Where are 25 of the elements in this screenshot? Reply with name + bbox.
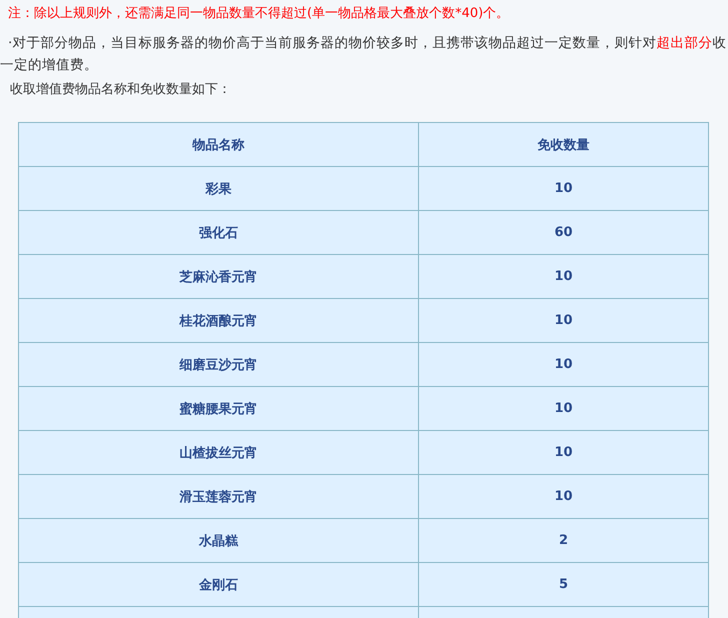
table-cell: 10 [419, 387, 709, 431]
table-cell: 10 [419, 255, 709, 299]
table-cell: 10 [419, 167, 709, 211]
column-header: 物品名称 [19, 123, 419, 167]
paragraph-text: ·对于部分物品，当目标服务器的物价高于当前服务器的物价较多时，且携带该物品超过一定数量，则针对超出部分收一定的增值费。 [0, 34, 728, 75]
table-cell: 水晶糕 [19, 519, 419, 563]
table-cell: 10 [419, 431, 709, 475]
table-cell: 芝麻沁香元宵 [19, 255, 419, 299]
table-cell: 10 [419, 343, 709, 387]
table-cell: 2 [419, 519, 709, 563]
table-cell: 金刚石 [19, 563, 419, 607]
table-cell: 蜜糖腰果元宵 [19, 387, 419, 431]
table-cell: 细磨豆沙元宵 [19, 343, 419, 387]
table-cell: 山楂拔丝元宵 [19, 431, 419, 475]
table-cell: 60 [419, 211, 709, 255]
table-cell: 10 [419, 475, 709, 519]
column-header: 免收数量 [419, 123, 709, 167]
table-cell: 强化石 [19, 211, 419, 255]
table-cell: 10 [419, 299, 709, 343]
table-cell: 滑玉莲蓉元宵 [19, 475, 419, 519]
table-cell: 彩果 [19, 167, 419, 211]
note-text: 注：除以上规则外，还需满足同一物品数量不得超过(单一物品格最大叠放个数*40)个。 [7, 5, 510, 23]
intro-text: 收取增值费物品名称和免收数量如下： [9, 81, 232, 99]
table-cell: 桂花酒酿元宵 [19, 299, 419, 343]
table-cell: 5 [419, 563, 709, 607]
